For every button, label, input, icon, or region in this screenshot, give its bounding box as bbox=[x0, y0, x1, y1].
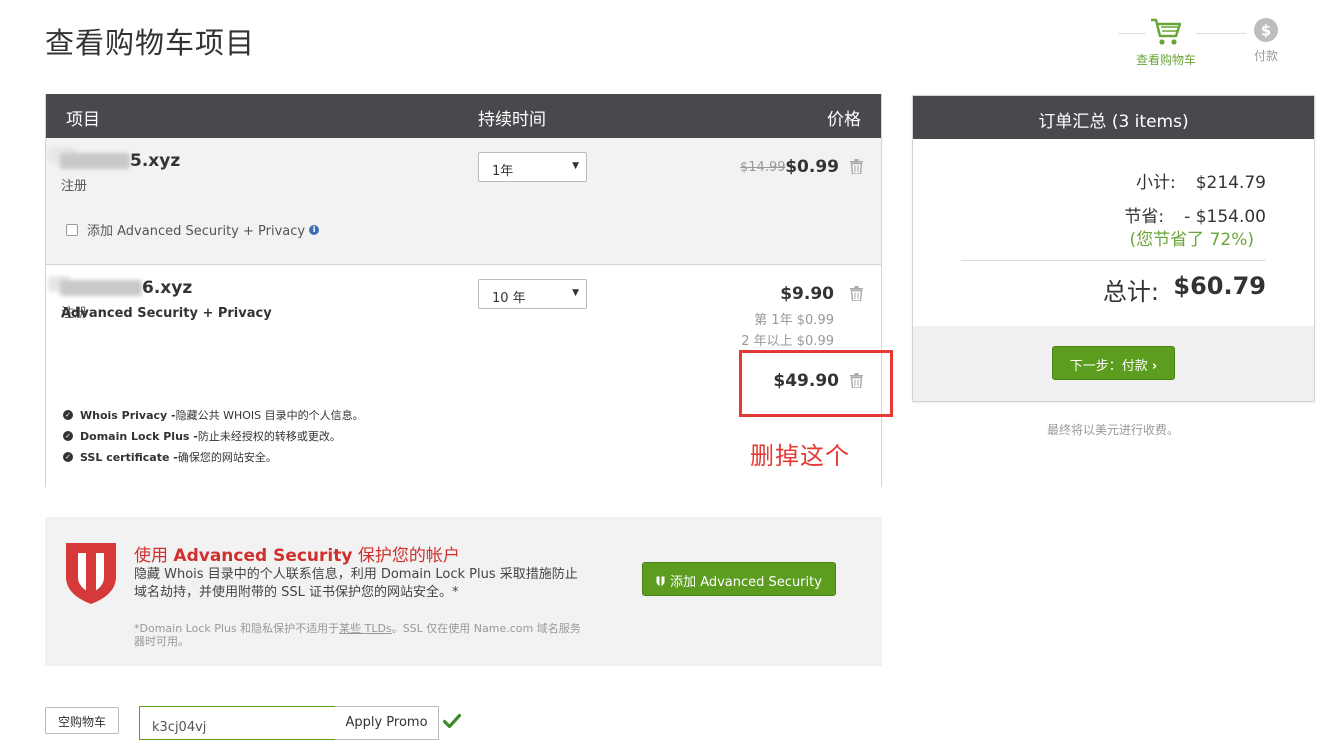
step-payment[interactable]: $ 付款 bbox=[1240, 16, 1292, 64]
chevron-right-icon: › bbox=[1151, 359, 1158, 374]
shield-small-icon bbox=[656, 576, 665, 587]
trash-icon[interactable] bbox=[850, 159, 863, 174]
addon-option[interactable]: 添加 Advanced Security + Privacy i bbox=[66, 220, 320, 239]
checkmark-icon bbox=[443, 713, 461, 729]
cart-row: 5.xyz 注册 1年 ▼ $14.99 $0.99 添加 Advanced S… bbox=[46, 138, 881, 265]
addon-feature: ✓ SSL certificate - 确保您的网站安全。 bbox=[63, 449, 277, 465]
annotation-highlight-box bbox=[739, 350, 893, 417]
currency-note: 最终将以美元进行收费。 bbox=[1047, 423, 1180, 437]
divider bbox=[961, 260, 1266, 261]
savings-value: - $154.00 bbox=[1184, 207, 1266, 227]
fine-print-text: *Domain Lock Plus 和隐私保护不适用于 bbox=[134, 622, 340, 635]
next-button-label: 下一步：付款 bbox=[1069, 359, 1148, 374]
step-label: 付款 bbox=[1253, 49, 1278, 63]
promo-code-input[interactable] bbox=[139, 706, 336, 740]
duration-value: 1年 bbox=[492, 164, 514, 179]
column-header-item: 项目 bbox=[66, 110, 100, 130]
add-advanced-security-button[interactable]: 添加 Advanced Security bbox=[642, 562, 836, 596]
feature-desc: 确保您的网站安全。 bbox=[177, 451, 277, 464]
feature-name: Domain Lock Plus - bbox=[80, 429, 198, 443]
savings-percent: (您节省了 72%) bbox=[1129, 230, 1254, 250]
empty-cart-button[interactable]: 空购物车 bbox=[45, 707, 119, 734]
svg-text:$: $ bbox=[1261, 22, 1271, 40]
shield-icon bbox=[66, 543, 116, 604]
redacted-area bbox=[60, 153, 130, 169]
next-payment-button[interactable]: 下一步：付款 › bbox=[1052, 346, 1175, 380]
feature-desc: 隐藏公共 WHOIS 目录中的个人信息。 bbox=[175, 409, 364, 422]
page: 查看购物车项目 查看购物车 $ 付款 项目 持续时间 价格 5.xyz 注册 1… bbox=[0, 0, 1331, 756]
step-label: 查看购物车 bbox=[1135, 53, 1196, 67]
domain-name: 6.xyz bbox=[142, 278, 193, 298]
addon-label: 添加 Advanced Security + Privacy bbox=[87, 224, 306, 239]
annotation-note: 删掉这个 bbox=[750, 442, 850, 470]
step-review-cart[interactable]: 查看购物车 bbox=[1126, 16, 1206, 68]
tlds-link[interactable]: 某些 TLDs bbox=[339, 622, 392, 635]
duration-select[interactable]: 1年 ▼ bbox=[478, 152, 587, 182]
info-icon[interactable]: i bbox=[309, 224, 320, 235]
checkout-steps: 查看购物车 $ 付款 bbox=[1118, 16, 1298, 72]
total-label: 总计: bbox=[1102, 278, 1159, 306]
column-header-duration: 持续时间 bbox=[478, 110, 546, 130]
item-price: $0.99 bbox=[785, 157, 839, 177]
promo-title-prefix: 使用 bbox=[134, 546, 174, 566]
dropdown-arrow-icon: ▼ bbox=[572, 161, 579, 171]
registration-type: 注册 bbox=[61, 179, 88, 194]
feature-name: Whois Privacy - bbox=[80, 408, 176, 422]
cart-header: 项目 持续时间 价格 bbox=[46, 94, 881, 138]
summary-title: 订单汇总 (3 items) bbox=[913, 96, 1314, 139]
promo-title-bold: Advanced Security bbox=[173, 546, 353, 566]
duration-select[interactable]: 10 年 ▼ bbox=[478, 279, 587, 309]
subtotal-line: 小计: $214.79 bbox=[1136, 168, 1266, 193]
savings-label: 节省: bbox=[1124, 207, 1165, 227]
addon-checkbox[interactable] bbox=[66, 223, 78, 236]
promo-title: 使用 Advanced Security 保护您的帐户 bbox=[134, 541, 460, 566]
add-security-label: 添加 Advanced Security bbox=[670, 575, 822, 590]
feature-name: SSL certificate - bbox=[80, 450, 178, 464]
original-price: $14.99 bbox=[740, 160, 786, 175]
addon-feature: ✓ Whois Privacy - 隐藏公共 WHOIS 目录中的个人信息。 bbox=[63, 407, 364, 423]
promo-description: 隐藏 Whois 目录中的个人联系信息，利用 Domain Lock Plus … bbox=[134, 567, 578, 600]
order-summary: 订单汇总 (3 items) 小计: $214.79 节省: - $154.00 (… bbox=[912, 95, 1315, 402]
dollar-icon: $ bbox=[1240, 16, 1292, 44]
total-value: $60.79 bbox=[1173, 272, 1266, 300]
page-title: 查看购物车项目 bbox=[45, 26, 256, 60]
security-promo: 使用 Advanced Security 保护您的帐户 隐藏 Whois 目录中… bbox=[45, 517, 882, 666]
savings-line: 节省: - $154.00 bbox=[1124, 202, 1266, 227]
check-circle-icon: ✓ bbox=[63, 452, 73, 462]
addon-title: Advanced Security + Privacy bbox=[61, 306, 272, 321]
dropdown-arrow-icon: ▼ bbox=[572, 288, 579, 298]
promo-fine-print: *Domain Lock Plus 和隐私保护不适用于某些 TLDs。SSL 仅… bbox=[134, 622, 584, 648]
domain-name: 5.xyz bbox=[130, 151, 181, 171]
column-header-price: 价格 bbox=[827, 110, 861, 130]
item-price: $9.90 bbox=[780, 284, 834, 304]
promo-title-suffix: 保护您的帐户 bbox=[352, 546, 460, 566]
subtotal-value: $214.79 bbox=[1195, 173, 1266, 193]
first-year-price: 第 1年 $0.99 bbox=[754, 313, 834, 328]
trash-icon[interactable] bbox=[850, 286, 863, 301]
redacted-area bbox=[60, 280, 142, 296]
subtotal-label: 小计: bbox=[1135, 173, 1176, 193]
renewal-price: 2 年以上 $0.99 bbox=[741, 334, 834, 349]
feature-desc: 防止未经授权的转移或更改。 bbox=[197, 430, 341, 443]
check-circle-icon: ✓ bbox=[63, 431, 73, 441]
addon-feature: ✓ Domain Lock Plus - 防止未经授权的转移或更改。 bbox=[63, 428, 341, 444]
summary-footer: 下一步：付款 › bbox=[913, 326, 1314, 401]
check-circle-icon: ✓ bbox=[63, 410, 73, 420]
cart-table: 项目 持续时间 价格 5.xyz 注册 1年 ▼ $14.99 $0.99 添加… bbox=[45, 94, 882, 487]
apply-promo-button[interactable]: Apply Promo bbox=[335, 706, 439, 740]
duration-value: 10 年 bbox=[492, 291, 526, 306]
cart-icon bbox=[1126, 16, 1206, 48]
